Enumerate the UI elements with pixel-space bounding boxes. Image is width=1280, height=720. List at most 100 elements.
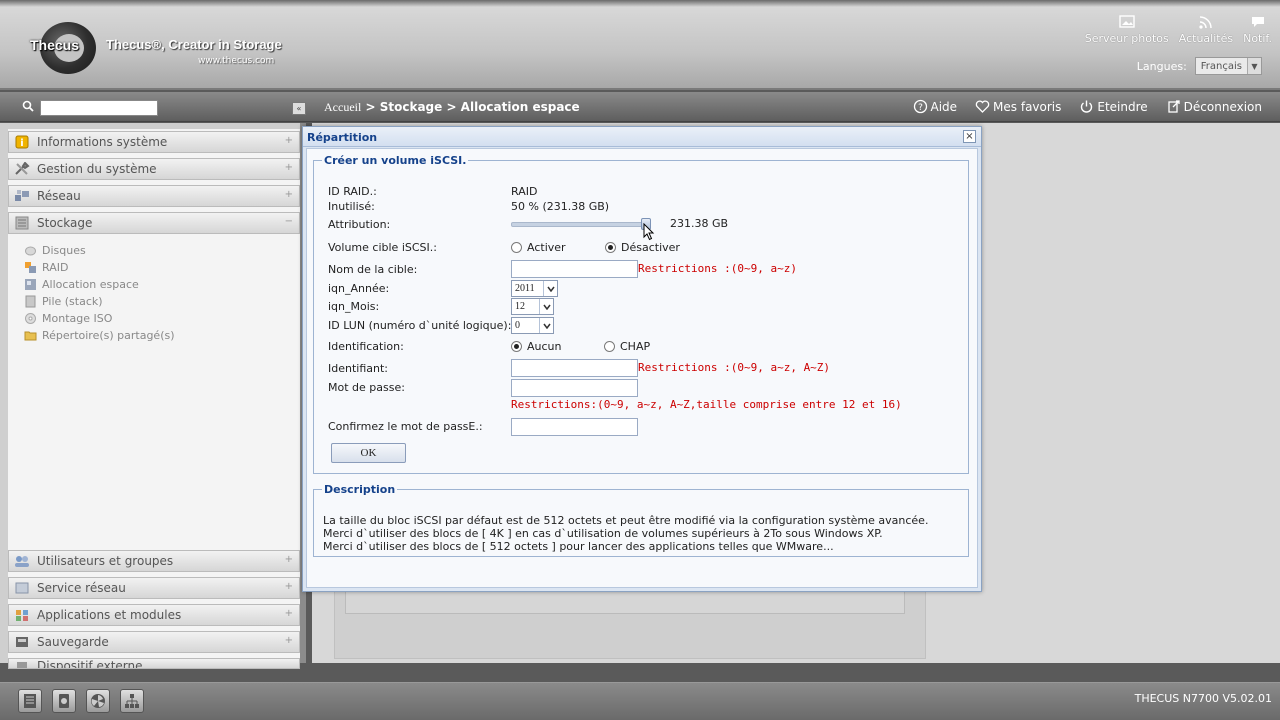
backup-icon: [13, 634, 31, 650]
iqn-year-select[interactable]: 2011: [511, 280, 558, 297]
ok-button[interactable]: OK: [331, 443, 406, 463]
sidebar-subitem-stack[interactable]: Pile (stack): [24, 293, 103, 309]
iscsi-form-legend: Créer un volume iSCSI.: [324, 154, 467, 167]
sidebar-subitem-label: RAID: [42, 260, 69, 274]
dialog-title: Répartition: [307, 131, 378, 144]
help-button[interactable]: ? Aide: [913, 99, 957, 114]
target-enable-radio[interactable]: Activer: [511, 241, 566, 254]
iqn-month-value: 12: [515, 301, 525, 312]
heart-icon: [975, 100, 990, 113]
sidebar-item-label: Sauvegarde: [37, 635, 109, 649]
photo-server-label: Serveur photos: [1084, 32, 1169, 45]
target-volume-label: Volume cible iSCSI.:: [328, 241, 437, 254]
sidebar-subitem-label: Répertoire(s) partagé(s): [42, 328, 175, 342]
breadcrumb-path: > Stockage > Allocation espace: [361, 100, 580, 114]
photo-icon: [1119, 15, 1135, 28]
radio-checked-icon: [511, 341, 522, 352]
sidebar-item-backup[interactable]: Sauvegarde +: [8, 631, 300, 653]
raid-id-label: ID RAID.:: [328, 185, 377, 198]
target-disable-label: Désactiver: [621, 241, 680, 254]
users-icon: [13, 553, 31, 569]
username-restriction: Restrictions :(0~9, a~z, A~Z): [638, 361, 831, 374]
network-tree-icon[interactable]: [120, 689, 144, 713]
sidebar-subitem-allocation[interactable]: Allocation espace: [24, 276, 139, 292]
allocation-dialog: Répartition × Créer un volume iSCSI. ID …: [302, 126, 982, 592]
sidebar-subitem-label: Pile (stack): [42, 294, 103, 308]
auth-chap-radio[interactable]: CHAP: [604, 340, 650, 353]
fan-icon[interactable]: [86, 689, 110, 713]
iscsi-form-fieldset: Créer un volume iSCSI. ID RAID.: RAID In…: [313, 154, 969, 474]
sidebar-subitem-label: Disques: [42, 243, 86, 257]
sidebar-subitem-label: Montage ISO: [42, 311, 113, 325]
target-name-label: Nom de la cible:: [328, 263, 418, 276]
logout-button[interactable]: Déconnexion: [1166, 99, 1262, 114]
server-icon[interactable]: [18, 689, 42, 713]
language-select[interactable]: Français ▼: [1194, 57, 1262, 75]
language-value: Français: [1200, 60, 1242, 72]
allocation-slider-track[interactable]: [511, 222, 647, 227]
target-name-input[interactable]: [511, 260, 638, 278]
apps-icon: [13, 607, 31, 623]
target-disable-radio[interactable]: Désactiver: [605, 241, 680, 254]
close-icon[interactable]: ×: [963, 130, 976, 143]
stack-icon: [24, 295, 38, 308]
search-input[interactable]: [40, 100, 158, 116]
info-icon: i: [13, 134, 31, 150]
sidebar-item-network[interactable]: Réseau +: [8, 185, 300, 207]
sidebar-subitem-label: Allocation espace: [42, 277, 139, 291]
allocation-value: 231.38 GB: [670, 217, 729, 230]
favorites-button[interactable]: Mes favoris: [975, 99, 1061, 114]
website: www.thecus.com: [198, 56, 275, 66]
sidebar-subitem-disks[interactable]: Disques: [24, 242, 86, 258]
device-icon: [13, 659, 31, 668]
lun-label: ID LUN (numéro d`unité logique):: [328, 319, 512, 332]
lun-select[interactable]: 0: [511, 317, 554, 334]
description-text: La taille du bloc iSCSI par défaut est d…: [323, 514, 928, 553]
collapse-icon: −: [284, 216, 293, 227]
sidebar-item-storage[interactable]: Stockage −: [8, 212, 300, 234]
notifications-button[interactable]: Notif.: [1243, 14, 1272, 45]
sidebar-item-network-service[interactable]: Service réseau +: [8, 577, 300, 599]
header-tools: Serveur photos Actualités Notif.: [1085, 14, 1272, 45]
auth-none-radio[interactable]: Aucun: [511, 340, 562, 353]
password-input[interactable]: [511, 379, 638, 397]
nav-tools: ? Aide Mes favoris Eteindre Déconnexion: [913, 99, 1262, 114]
sidebar-item-label: Applications et modules: [37, 608, 182, 622]
shutdown-button[interactable]: Eteindre: [1079, 99, 1148, 114]
auth-chap-label: CHAP: [620, 340, 651, 353]
sidebar-item-system-info[interactable]: i Informations système +: [8, 131, 300, 153]
sidebar-subitem-iso-mount[interactable]: Montage ISO: [24, 310, 112, 326]
expand-icon: +: [284, 162, 293, 173]
sidebar-item-label: Gestion du système: [37, 162, 157, 176]
sidebar-subitem-shared-folders[interactable]: Répertoire(s) partagé(s): [24, 327, 175, 343]
disk-icon[interactable]: [52, 689, 76, 713]
target-name-restriction: Restrictions :(0~9, a~z): [638, 262, 797, 275]
lun-value: 0: [515, 320, 520, 331]
news-button[interactable]: Actualités: [1179, 14, 1233, 45]
target-enable-label: Activer: [527, 241, 566, 254]
news-label: Actualités: [1178, 32, 1234, 45]
help-icon: ?: [913, 99, 927, 114]
collapse-sidebar-button[interactable]: «: [292, 102, 306, 115]
description-line-1: La taille du bloc iSCSI par défaut est d…: [323, 514, 929, 527]
shutdown-label: Eteindre: [1097, 99, 1148, 114]
username-input[interactable]: [511, 359, 638, 377]
sidebar-subitem-raid[interactable]: RAID: [24, 259, 68, 275]
sidebar-item-system-management[interactable]: Gestion du système +: [8, 158, 300, 180]
thecus-logo: Thecus: [22, 22, 102, 74]
iqn-month-select[interactable]: 12: [511, 298, 554, 315]
allocation-icon: [24, 278, 38, 291]
sidebar-item-users-groups[interactable]: Utilisateurs et groupes +: [8, 550, 300, 572]
confirm-password-input[interactable]: [511, 418, 638, 436]
chevron-down-icon: [539, 299, 553, 314]
breadcrumb-home[interactable]: Accueil: [324, 100, 361, 114]
photo-server-button[interactable]: Serveur photos: [1085, 14, 1169, 45]
password-restriction: Restrictions:(0~9, a~z, A~Z,taille compr…: [511, 398, 902, 411]
dialog-titlebar[interactable]: Répartition ×: [303, 127, 981, 147]
password-label: Mot de passe:: [328, 381, 405, 394]
sidebar-item-applications[interactable]: Applications et modules +: [8, 604, 300, 626]
auth-label: Identification:: [328, 340, 404, 353]
header: Thecus Thecus®, Creator in Storage www.t…: [0, 0, 1280, 90]
auth-none-label: Aucun: [527, 340, 562, 353]
sidebar-item-external-device[interactable]: Dispositif externe: [8, 658, 300, 669]
